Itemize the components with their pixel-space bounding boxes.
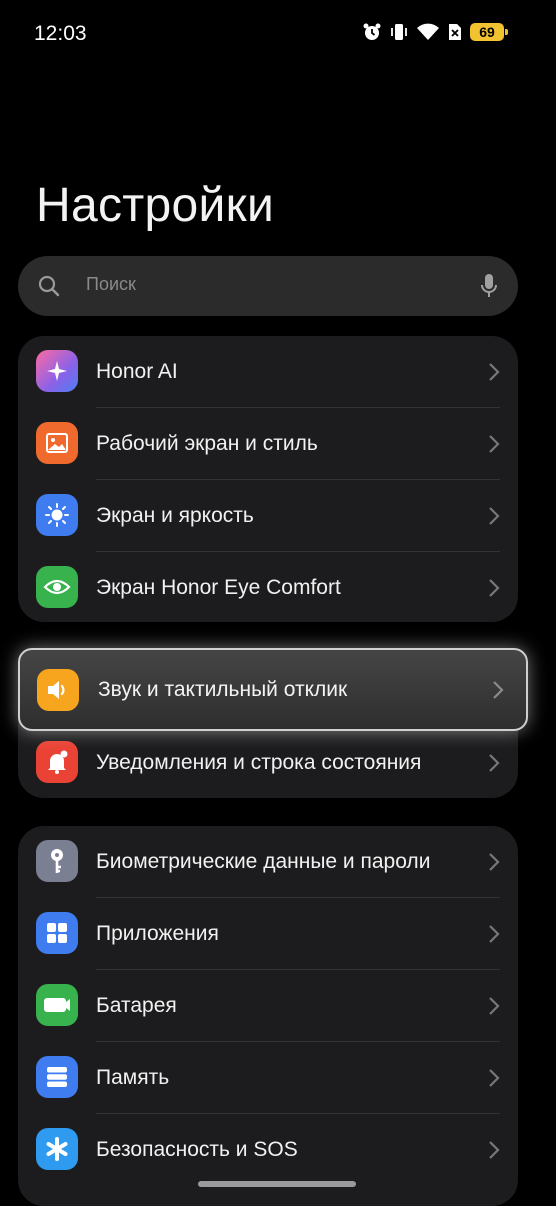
chevron-right-icon <box>489 363 500 381</box>
settings-group-system: Биометрические данные и пароли Приложени… <box>18 826 518 1206</box>
chevron-right-icon <box>489 435 500 453</box>
wifi-icon <box>417 23 439 40</box>
key-icon <box>36 840 78 882</box>
settings-item-battery[interactable]: Батарея <box>18 970 518 1041</box>
alarm-icon <box>363 23 381 40</box>
settings-item-biometrics-passwords[interactable]: Биометрические данные и пароли <box>18 826 518 897</box>
chevron-right-icon <box>489 1069 500 1087</box>
settings-item-eye-comfort[interactable]: Экран Honor Eye Comfort <box>18 552 518 622</box>
settings-item-label: Экран Honor Eye Comfort <box>96 576 341 599</box>
image-icon <box>36 422 78 464</box>
storage-icon <box>36 1056 78 1098</box>
chevron-right-icon <box>493 681 504 699</box>
speaker-icon <box>37 669 79 711</box>
settings-item-label: Биометрические данные и пароли <box>96 850 431 873</box>
settings-item-label: Приложения <box>96 922 219 945</box>
settings-item-storage[interactable]: Память <box>18 1042 518 1113</box>
status-icons: 69 <box>362 22 508 42</box>
chevron-right-icon <box>489 853 500 871</box>
status-time: 12:03 <box>34 22 87 45</box>
settings-item-display-brightness[interactable]: Экран и яркость <box>18 480 518 551</box>
settings-item-sound-haptics[interactable]: Звук и тактильный отклик <box>18 648 528 731</box>
settings-item-honor-ai[interactable]: Honor AI <box>18 336 518 407</box>
search-bar[interactable]: Поиск <box>18 256 518 316</box>
search-icon <box>38 275 60 297</box>
settings-item-notifications-status-bar[interactable]: Уведомления и строка состояния <box>18 727 518 798</box>
honor-ai-icon <box>36 350 78 392</box>
bell-icon <box>36 741 78 783</box>
chevron-right-icon <box>489 1141 500 1159</box>
chevron-right-icon <box>489 507 500 525</box>
battery-indicator: 69 <box>470 23 508 41</box>
chevron-right-icon <box>489 997 500 1015</box>
vibrate-icon <box>391 24 407 40</box>
settings-item-label: Батарея <box>96 994 177 1017</box>
settings-item-apps[interactable]: Приложения <box>18 898 518 969</box>
settings-item-label: Безопасность и SOS <box>96 1138 298 1161</box>
settings-item-label: Память <box>96 1066 170 1089</box>
no-sim-icon <box>449 24 461 40</box>
chevron-right-icon <box>489 579 500 597</box>
asterisk-icon <box>36 1128 78 1170</box>
search-input[interactable]: Поиск <box>86 274 136 295</box>
microphone-icon[interactable] <box>480 273 498 299</box>
eye-icon <box>36 566 78 608</box>
page-title: Настройки <box>36 179 275 233</box>
settings-item-label: Экран и яркость <box>96 504 254 527</box>
apps-grid-icon <box>36 912 78 954</box>
settings-item-security-sos[interactable]: Безопасность и SOS <box>18 1114 518 1185</box>
battery-icon <box>36 984 78 1026</box>
status-bar: 12:03 69 <box>0 0 556 68</box>
settings-item-label: Уведомления и строка состояния <box>96 751 422 774</box>
settings-item-label: Рабочий экран и стиль <box>96 432 318 455</box>
chevron-right-icon <box>489 754 500 772</box>
sun-icon <box>36 494 78 536</box>
chevron-right-icon <box>489 925 500 943</box>
settings-item-label: Honor AI <box>96 360 178 383</box>
settings-group-general: Honor AI Рабочий экран и стиль Экран и я… <box>18 336 518 622</box>
home-indicator[interactable] <box>198 1181 356 1187</box>
settings-item-home-screen-style[interactable]: Рабочий экран и стиль <box>18 408 518 479</box>
settings-item-label: Звук и тактильный отклик <box>98 678 348 701</box>
